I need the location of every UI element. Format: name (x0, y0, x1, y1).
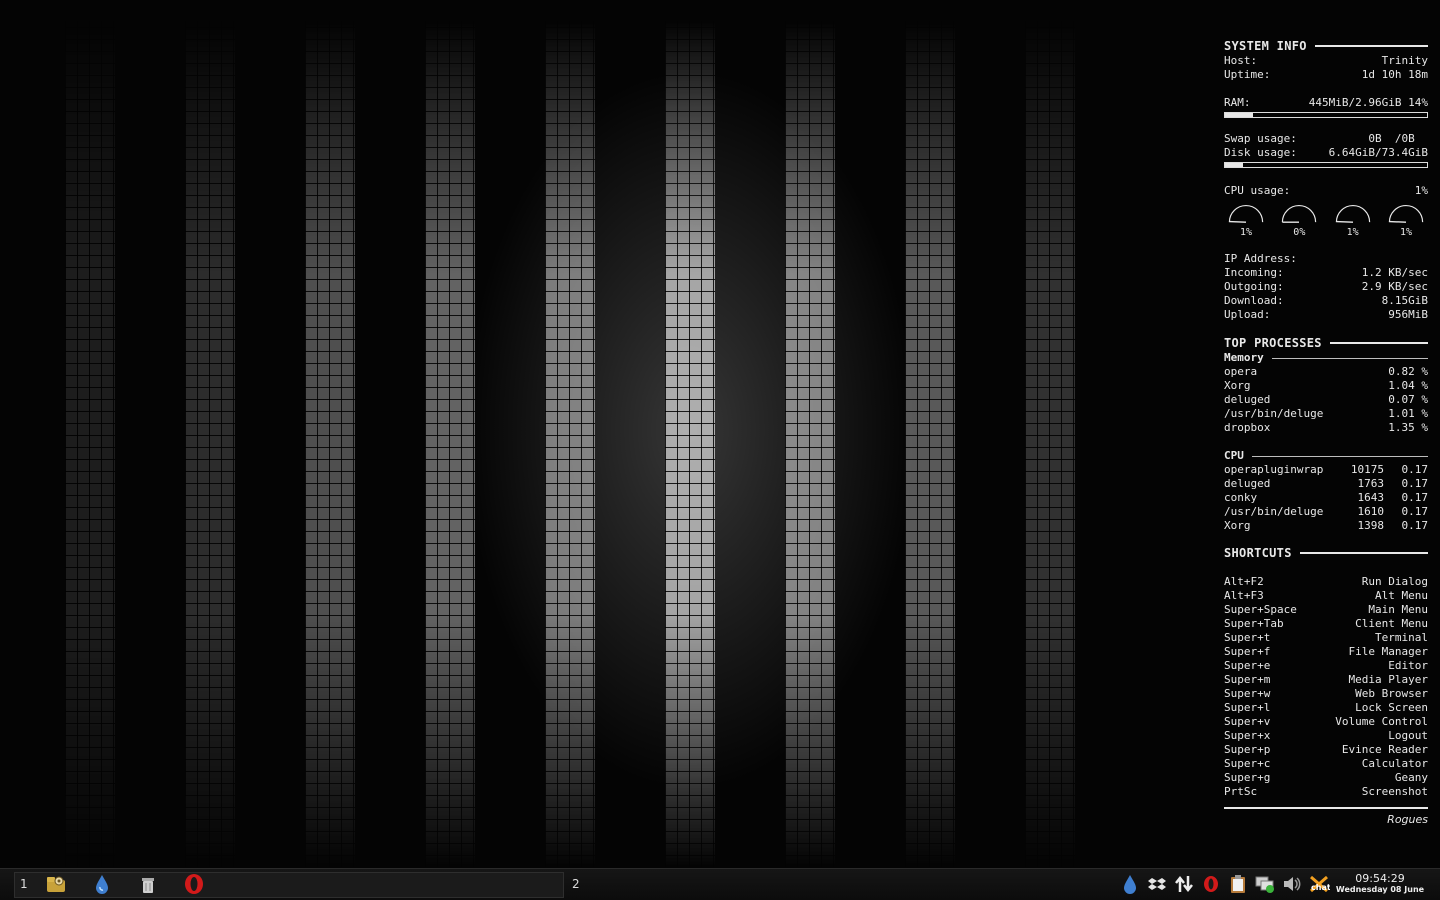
ram-bar-fill (1225, 113, 1254, 117)
cpu-core-label: 1% (1239, 227, 1253, 238)
shortcut-row: PrtSc Screenshot (1224, 785, 1428, 798)
network-icon[interactable] (1255, 874, 1275, 894)
cpu-core-label: 1% (1346, 227, 1359, 238)
cpu-core-label: 0% (1293, 227, 1306, 238)
shortcut-row: Super+g Geany (1224, 771, 1428, 784)
deluge-icon[interactable] (91, 873, 113, 895)
taskbar: 1 2 chat 09:54:29 Wednesday 08 June (0, 868, 1440, 900)
ram-row: RAM: 445MiB/2.96GiB 14% (1224, 96, 1428, 109)
shortcut-list: Alt+F2 Run Dialog Alt+F3 Alt Menu Super+Spac… (1224, 575, 1428, 799)
memory-process-row: /usr/bin/deluge 1.01 % (1224, 407, 1428, 420)
cpu-process-row: /usr/bin/deluge 1610 0.17 (1224, 505, 1428, 518)
volume-icon[interactable] (1282, 874, 1302, 894)
wallpaper-grid-strip (665, 20, 715, 868)
signature: Rogues (1387, 813, 1428, 826)
home-folder-icon[interactable] (45, 873, 67, 895)
opera-tray-icon[interactable] (1201, 874, 1221, 894)
wallpaper-grid-strip (185, 20, 235, 868)
shortcut-row: Super+Space Main Menu (1224, 603, 1428, 616)
memory-process-row: Xorg 1.04 % (1224, 379, 1428, 392)
swap-row: Swap usage: 0B /0B (1224, 132, 1428, 145)
wallpaper-grid-strip (305, 20, 355, 868)
desktop-2-button[interactable]: 2 (572, 877, 580, 891)
shortcut-row: Super+c Calculator (1224, 757, 1428, 770)
cpu-process-row: conky 1643 0.17 (1224, 491, 1428, 504)
cpu-process-row: operapluginwrap 10175 0.17 (1224, 463, 1428, 476)
cpu-core-label: 1% (1399, 227, 1412, 238)
shortcut-row: Alt+F2 Run Dialog (1224, 575, 1428, 588)
clock-time: 09:54:29 (1355, 872, 1405, 885)
cpu-process-list: operapluginwrap 10175 0.17 deluged 1763 0.17 c… (1224, 463, 1428, 533)
shortcut-row: Alt+F3 Alt Menu (1224, 589, 1428, 602)
wallpaper-grid-strip (785, 20, 835, 868)
cpu-gauges: 1% 0% 1% 1% (1224, 200, 1428, 240)
upload-row: Upload: 956MiB (1224, 308, 1428, 321)
wallpaper-grid-strip (1025, 20, 1075, 868)
cpu-core-gauge: 1% (1224, 200, 1268, 240)
deluge-tray-icon[interactable] (1120, 874, 1140, 894)
outgoing-row: Outgoing: 2.9 KB/sec (1224, 280, 1428, 293)
conky-panel: SYSTEM INFO Host: Trinity Uptime: 1d 10h 1… (1224, 38, 1428, 827)
shortcut-row: Super+p Evince Reader (1224, 743, 1428, 756)
system-info-title: SYSTEM INFO (1224, 38, 1428, 54)
wallpaper-grid-strip (425, 20, 475, 868)
cpu-usage-row: CPU usage: 1% (1224, 184, 1428, 197)
ip-row: IP Address: (1224, 252, 1297, 265)
clock[interactable]: 09:54:29 Wednesday 08 June (1334, 872, 1426, 895)
shortcut-row: Super+f File Manager (1224, 645, 1428, 658)
shortcut-row: Super+Tab Client Menu (1224, 617, 1428, 630)
cpu-subtitle: CPU (1224, 449, 1428, 463)
memory-process-list: opera 0.82 % Xorg 1.04 % deluged 0.07 %/usr/b… (1224, 365, 1428, 435)
dropbox-tray-icon[interactable] (1147, 874, 1167, 894)
trash-icon[interactable] (137, 873, 159, 895)
svg-text:chat: chat (1311, 883, 1330, 892)
wallpaper-grid-strip (65, 20, 115, 868)
shortcut-row: Super+w Web Browser (1224, 687, 1428, 700)
cpu-core-gauge: 0% (1277, 200, 1321, 240)
network-transfer-icon[interactable] (1174, 874, 1194, 894)
uptime-row: Uptime: 1d 10h 18m (1224, 68, 1428, 81)
shortcuts-title: SHORTCUTS (1224, 545, 1428, 561)
shortcut-row: Super+m Media Player (1224, 673, 1428, 686)
memory-process-row: opera 0.82 % (1224, 365, 1428, 378)
shortcut-row: Super+t Terminal (1224, 631, 1428, 644)
memory-process-row: dropbox 1.35 % (1224, 421, 1428, 434)
memory-process-row: deluged 0.07 % (1224, 393, 1428, 406)
disk-row: Disk usage: 6.64GiB/73.4GiB (1224, 146, 1428, 159)
shortcut-row: Super+l Lock Screen (1224, 701, 1428, 714)
cpu-process-row: Xorg 1398 0.17 (1224, 519, 1428, 532)
shortcut-row: Super+e Editor (1224, 659, 1428, 672)
ram-bar (1224, 112, 1428, 118)
clipboard-icon[interactable] (1228, 874, 1248, 894)
clock-date: Wednesday 08 June (1335, 885, 1425, 894)
cpu-process-row: deluged 1763 0.17 (1224, 477, 1428, 490)
disk-bar-fill (1225, 163, 1244, 167)
desktop-1-button[interactable]: 1 (20, 877, 28, 891)
cpu-core-gauge: 1% (1384, 200, 1428, 240)
shortcut-row: Super+x Logout (1224, 729, 1428, 742)
disk-bar (1224, 162, 1428, 168)
opera-icon[interactable] (183, 873, 205, 895)
conky-end-divider (1224, 807, 1428, 809)
download-row: Download: 8.15GiB (1224, 294, 1428, 307)
host-row: Host: Trinity (1224, 54, 1428, 67)
wallpaper-grid-strip (545, 20, 595, 868)
top-processes-title: TOP PROCESSES (1224, 335, 1428, 351)
wallpaper-grid-strip (905, 20, 955, 868)
shortcut-row: Super+v Volume Control (1224, 715, 1428, 728)
incoming-row: Incoming: 1.2 KB/sec (1224, 266, 1428, 279)
cpu-core-gauge: 1% (1331, 200, 1375, 240)
pidgin-chat-icon[interactable]: chat (1308, 874, 1331, 894)
memory-subtitle: Memory (1224, 351, 1428, 365)
